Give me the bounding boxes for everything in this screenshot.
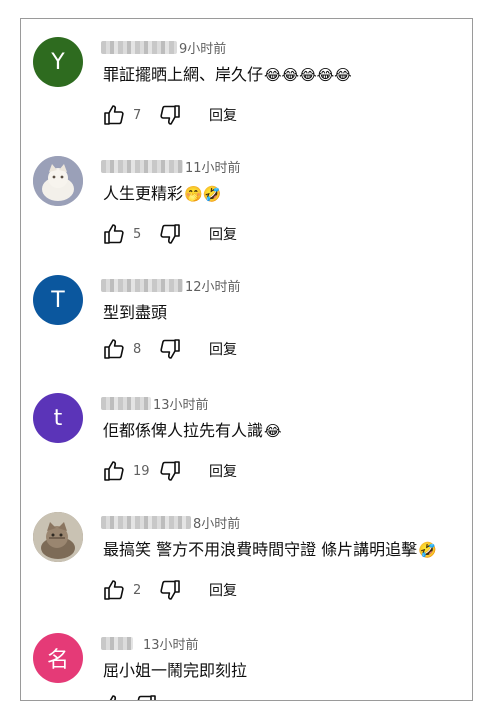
thumbs-up-icon xyxy=(104,105,124,125)
comment-time: 11小时前 xyxy=(185,160,241,176)
comment-item: 8小时前 最搞笑 警方不用浪費時間守證 條片講明追擊🤣 2 回复 xyxy=(21,512,472,630)
like-button[interactable] xyxy=(101,577,127,603)
dislike-button[interactable] xyxy=(157,458,183,484)
dislike-button[interactable] xyxy=(157,221,183,247)
dislike-button[interactable] xyxy=(157,102,183,128)
reply-button[interactable]: 回复 xyxy=(209,461,237,481)
reply-button[interactable]: 回复 xyxy=(209,224,237,244)
like-count: 2 xyxy=(133,582,142,598)
avatar[interactable]: t xyxy=(33,393,83,443)
avatar[interactable]: T xyxy=(33,275,83,325)
avatar[interactable]: Y xyxy=(33,37,83,87)
comment-text: 型到盡頭 xyxy=(103,303,168,322)
like-count: 5 xyxy=(133,226,142,242)
emoji: 🤣 xyxy=(418,541,437,559)
thumbs-up-icon xyxy=(104,339,124,359)
thumbs-down-icon xyxy=(137,695,156,700)
username-blurred[interactable] xyxy=(101,515,191,529)
emoji: 😂 xyxy=(264,422,282,440)
like-button[interactable] xyxy=(101,221,127,247)
comment-item: 11小时前 人生更精彩🤭🤣 5 回复 xyxy=(21,156,472,274)
username-blurred[interactable] xyxy=(101,636,133,650)
thumbs-up-icon xyxy=(104,461,124,481)
comment-time: 9小时前 xyxy=(179,41,227,57)
like-count: 8 xyxy=(133,341,142,357)
cat-avatar-image xyxy=(33,512,83,562)
username-blurred[interactable] xyxy=(101,278,183,292)
dislike-button[interactable] xyxy=(157,336,183,362)
comment-text: 最搞笑 警方不用浪費時間守證 條片講明追擊🤣 xyxy=(103,540,437,559)
comment-time: 13小时前 xyxy=(143,637,199,653)
like-count: 19 xyxy=(133,463,150,479)
username-blurred[interactable] xyxy=(101,40,177,54)
thumbs-down-icon xyxy=(160,105,180,125)
thumbs-down-icon xyxy=(160,580,180,600)
emoji: 🤭🤣 xyxy=(184,185,222,203)
comment-text: 罪証擺晒上網、岸久仔😂😂😂😂😂 xyxy=(103,65,352,84)
username-blurred[interactable] xyxy=(101,396,151,410)
comments-panel: Y 9小时前 罪証擺晒上網、岸久仔😂😂😂😂😂 7 回复 11小时前 人生更精彩🤭… xyxy=(20,18,473,701)
comment-item: Y 9小时前 罪証擺晒上網、岸久仔😂😂😂😂😂 7 回复 xyxy=(21,37,472,155)
like-button[interactable] xyxy=(101,458,127,484)
thumbs-down-icon xyxy=(160,461,180,481)
thumbs-down-icon xyxy=(160,224,180,244)
comment-time: 12小时前 xyxy=(185,279,241,295)
emoji: 😂😂😂😂😂 xyxy=(264,66,352,84)
comment-text: 佢都係俾人拉先有人識😂 xyxy=(103,421,282,440)
reply-button[interactable]: 回复 xyxy=(209,580,237,600)
avatar[interactable]: 名 xyxy=(33,633,83,683)
dislike-button[interactable] xyxy=(157,577,183,603)
comment-time: 13小时前 xyxy=(153,397,209,413)
like-button[interactable] xyxy=(101,102,127,128)
avatar[interactable] xyxy=(33,512,83,562)
cat-avatar-image xyxy=(33,156,83,206)
thumbs-up-icon xyxy=(109,695,117,700)
reply-button[interactable]: 回复 xyxy=(209,105,237,125)
like-count: 7 xyxy=(133,107,142,123)
username-blurred[interactable] xyxy=(101,159,183,173)
reply-button[interactable]: 回复 xyxy=(209,339,237,359)
comment-text: 屈小姐一鬧完即刻拉 xyxy=(103,661,248,680)
comment-item: T 12小时前 型到盡頭 8 回复 xyxy=(21,275,472,393)
dislike-button[interactable] xyxy=(133,692,159,700)
avatar[interactable] xyxy=(33,156,83,206)
thumbs-up-icon xyxy=(104,224,124,244)
like-button[interactable] xyxy=(101,692,127,700)
comment-item: 名 13小时前 屈小姐一鬧完即刻拉 xyxy=(21,633,472,700)
comment-time: 8小时前 xyxy=(193,516,241,532)
thumbs-up-icon xyxy=(104,580,124,600)
comment-text: 人生更精彩🤭🤣 xyxy=(103,184,222,203)
like-button[interactable] xyxy=(101,336,127,362)
comment-item: t 13小时前 佢都係俾人拉先有人識😂 19 回复 xyxy=(21,393,472,511)
thumbs-down-icon xyxy=(160,339,180,359)
